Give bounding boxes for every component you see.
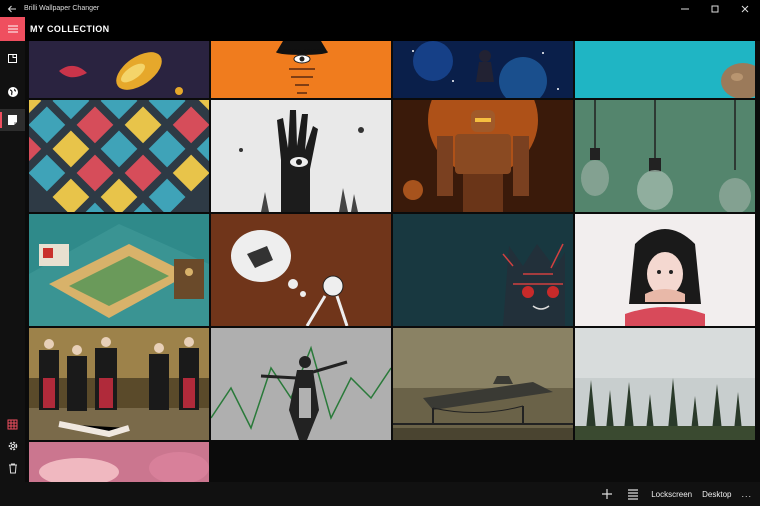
- wallpaper-tile-cat-mural[interactable]: [393, 214, 573, 326]
- plus-icon[interactable]: [599, 486, 615, 502]
- new-tile-icon[interactable]: [0, 47, 25, 69]
- navigation-rail: [0, 17, 25, 482]
- wallpaper-tile-giant-robot[interactable]: [393, 100, 573, 212]
- more-options-button[interactable]: ...: [741, 489, 752, 499]
- lockscreen-button[interactable]: Lockscreen: [651, 490, 692, 499]
- wallpaper-tile-space-astronaut[interactable]: [393, 41, 573, 98]
- collection-icon[interactable]: [0, 109, 25, 131]
- wallpaper-tile-star-destroyer[interactable]: [393, 328, 573, 440]
- window-title: Brilli Wallpaper Changer: [24, 5, 100, 12]
- wallpaper-tile-bowler-hat[interactable]: [211, 41, 391, 98]
- wallpaper-tile-money-mousetrap[interactable]: [29, 214, 209, 326]
- title-bar: Brilli Wallpaper Changer: [0, 0, 760, 17]
- wallpaper-tile-stencil-dancer[interactable]: [211, 328, 391, 440]
- command-bar: Lockscreen Desktop ...: [0, 482, 760, 506]
- minimize-icon[interactable]: [670, 0, 700, 17]
- wallpaper-tile-hand-eye[interactable]: [211, 100, 391, 212]
- wallpaper-tile-pink-clouds[interactable]: [29, 442, 209, 482]
- hamburger-menu-icon[interactable]: [0, 17, 25, 41]
- back-arrow-icon[interactable]: [0, 0, 24, 17]
- page-title: MY COLLECTION: [30, 24, 110, 34]
- globe-icon[interactable]: [0, 81, 25, 103]
- wallpaper-tile-girl-hiding[interactable]: [575, 214, 755, 326]
- close-icon[interactable]: [730, 0, 760, 17]
- wallpaper-tile-teal-hamster[interactable]: [575, 41, 755, 98]
- wallpaper-tile-priests[interactable]: [29, 328, 209, 440]
- wallpaper-tile-floppy-pattern[interactable]: [29, 100, 209, 212]
- wallpaper-tile-lightbulbs[interactable]: [575, 100, 755, 212]
- page-header: MY COLLECTION: [25, 17, 760, 41]
- maximize-icon[interactable]: [700, 0, 730, 17]
- list-icon[interactable]: [625, 486, 641, 502]
- wallpaper-tile-foggy-forest[interactable]: [575, 328, 755, 440]
- wallpaper-grid: [25, 41, 760, 482]
- wallpaper-tile-thought-bubble[interactable]: [211, 214, 391, 326]
- wallpaper-tile-goldfish[interactable]: [29, 41, 209, 98]
- gear-icon[interactable]: [0, 435, 25, 457]
- desktop-button[interactable]: Desktop: [702, 490, 731, 499]
- trash-icon[interactable]: [0, 457, 25, 479]
- grid-icon[interactable]: [0, 413, 25, 435]
